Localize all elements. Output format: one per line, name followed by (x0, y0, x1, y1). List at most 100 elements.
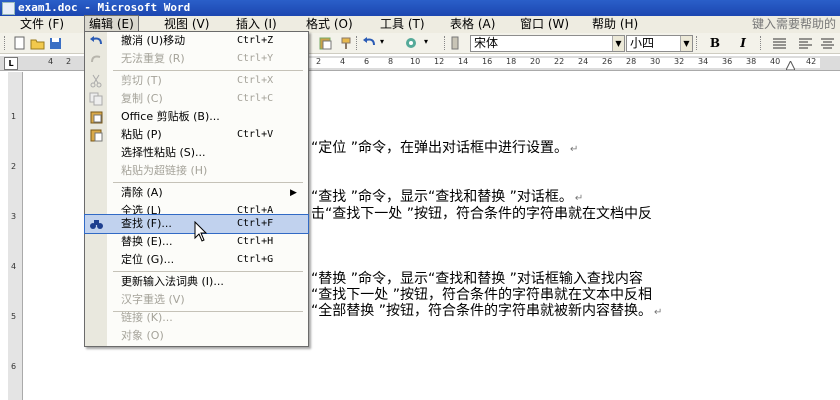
new-document-icon[interactable] (12, 36, 27, 50)
menu-item-paste-hyperlink: 粘贴为超链接 (H) (85, 162, 308, 180)
menu-file[interactable]: 文件 (F) (16, 16, 68, 32)
menu-item-office-clipboard[interactable]: Office 剪贴板 (B)... (85, 108, 308, 126)
menu-item-label: 粘贴 (P) (121, 128, 162, 141)
menu-tools[interactable]: 工具 (T) (376, 16, 429, 32)
right-indent-marker-icon[interactable] (786, 61, 795, 70)
menu-item-links: 链接 (K)... (85, 309, 308, 327)
menu-table[interactable]: 表格 (A) (446, 16, 499, 32)
chevron-down-icon[interactable]: ▼ (680, 36, 692, 51)
menu-item-clear[interactable]: 清除 (A) ▶ (85, 184, 308, 202)
font-size-combo[interactable]: 小四 ▼ (626, 35, 693, 52)
ruler-number: 12 (434, 57, 445, 66)
vruler-number: 1 (11, 112, 17, 121)
format-painter-icon[interactable] (340, 36, 355, 50)
menu-separator (113, 70, 303, 71)
menu-item-goto[interactable]: 定位 (G)... Ctrl+G (85, 251, 308, 269)
research-dropdown-icon[interactable]: ▾ (424, 37, 428, 46)
menu-separator (113, 182, 303, 183)
undo-dropdown-icon[interactable]: ▾ (380, 37, 384, 46)
ruler-number: 2 (316, 57, 322, 66)
ruler-number: 4 (340, 57, 346, 66)
menu-item-shortcut: Ctrl+C (237, 93, 274, 104)
align-justify-icon[interactable] (772, 36, 787, 50)
menu-item-label: 剪切 (T) (121, 74, 162, 87)
font-name-value: 宋体 (474, 36, 499, 50)
scissors-icon (90, 74, 102, 88)
ruler-number: 32 (674, 57, 685, 66)
doc-line: “定位 ”命令，在弹出对话框中进行设置。 ↵ (311, 140, 579, 156)
menu-item-paste[interactable]: 粘贴 (P) Ctrl+V (85, 126, 308, 144)
toolbar-grip[interactable] (4, 36, 8, 50)
bold-button[interactable]: B (706, 35, 724, 51)
menu-insert[interactable]: 插入 (I) (232, 16, 281, 32)
copy-icon (89, 92, 103, 106)
menu-item-redo: 无法重复 (R) Ctrl+Y (85, 50, 308, 68)
ruler-number: 28 (626, 57, 637, 66)
chevron-down-icon[interactable]: ▼ (612, 36, 624, 51)
font-size-value: 小四 (630, 36, 655, 50)
redo-icon (91, 55, 101, 63)
align-center-icon[interactable] (820, 36, 835, 50)
menu-separator (113, 271, 303, 272)
ruler-number: 22 (554, 57, 565, 66)
menu-item-label: 汉字重选 (V) (121, 293, 185, 306)
window-title: exam1.doc - Microsoft Word (18, 1, 191, 14)
menu-item-label: 选择性粘贴 (S)... (121, 146, 206, 159)
vertical-ruler[interactable]: 1 2 3 4 5 6 (8, 72, 23, 400)
vruler-number: 3 (11, 212, 17, 221)
menu-view[interactable]: 视图 (V) (160, 16, 213, 32)
toolbar-grip[interactable] (760, 36, 764, 50)
ruler-number: 10 (410, 57, 421, 66)
ruler-number: 34 (698, 57, 709, 66)
menu-item-label: 链接 (K)... (121, 311, 173, 324)
help-search-box[interactable]: 键入需要帮助的 (736, 16, 840, 32)
menu-item-label: 更新输入法词典 (I)... (121, 275, 224, 288)
ruler-number: 8 (388, 57, 394, 66)
menu-item-shortcut: Ctrl+V (237, 129, 274, 140)
ruler-number: 26 (602, 57, 613, 66)
save-icon[interactable] (48, 36, 63, 50)
menu-item-shortcut: Ctrl+G (237, 254, 274, 265)
menu-item-shortcut: Ctrl+X (237, 75, 274, 86)
menu-item-label: 撤消 (U)移动 (121, 34, 186, 47)
menu-item-label: 复制 (C) (121, 92, 163, 105)
toolbar-grip[interactable] (356, 36, 360, 50)
menu-item-undo[interactable]: 撤消 (U)移动 Ctrl+Z (85, 32, 308, 50)
menu-window[interactable]: 窗口 (W) (516, 16, 573, 32)
menu-item-shortcut: Ctrl+Z (237, 35, 274, 46)
toolbar-grip[interactable] (444, 36, 448, 50)
menu-item-shortcut: Ctrl+Y (237, 53, 274, 64)
menu-item-label: 替换 (E)... (121, 235, 173, 248)
menu-item-shortcut: Ctrl+F (237, 218, 274, 229)
ruler-number: 36 (722, 57, 733, 66)
toolbar-grip[interactable] (696, 36, 700, 50)
italic-button[interactable]: I (734, 35, 752, 51)
paste-icon (90, 129, 103, 142)
menu-item-label: 定位 (G)... (121, 253, 175, 266)
research-icon[interactable] (404, 36, 419, 50)
menu-item-paste-special[interactable]: 选择性粘贴 (S)... (85, 144, 308, 162)
paste-icon[interactable] (318, 36, 333, 50)
ruler-number: 38 (746, 57, 757, 66)
doc-line: 击“查找下一处 ”按钮，符合条件的字符串就在文档中反 (311, 206, 652, 222)
menu-item-label: 对象 (O) (121, 329, 164, 342)
tab-selector[interactable]: L (4, 57, 18, 70)
word-app-icon[interactable] (2, 2, 15, 15)
ruler-number: 14 (458, 57, 469, 66)
vruler-number: 5 (11, 312, 17, 321)
paragraph-mark: ↵ (569, 144, 579, 155)
mouse-pointer-icon (194, 221, 208, 242)
font-name-combo[interactable]: 宋体 ▼ (470, 35, 625, 52)
ruler-number: 30 (650, 57, 661, 66)
menu-item-update-ime-dictionary[interactable]: 更新输入法词典 (I)... (85, 273, 308, 291)
align-left-icon[interactable] (798, 36, 813, 50)
menu-help[interactable]: 帮助 (H) (588, 16, 642, 32)
menu-format[interactable]: 格式 (O) (302, 16, 357, 32)
toolbar-options-icon[interactable] (450, 36, 460, 50)
ruler-number: 6 (364, 57, 370, 66)
undo-icon[interactable] (362, 36, 377, 50)
binoculars-icon (90, 220, 103, 229)
undo-icon (90, 36, 102, 45)
menu-item-cut: 剪切 (T) Ctrl+X (85, 72, 308, 90)
open-folder-icon[interactable] (30, 36, 45, 50)
